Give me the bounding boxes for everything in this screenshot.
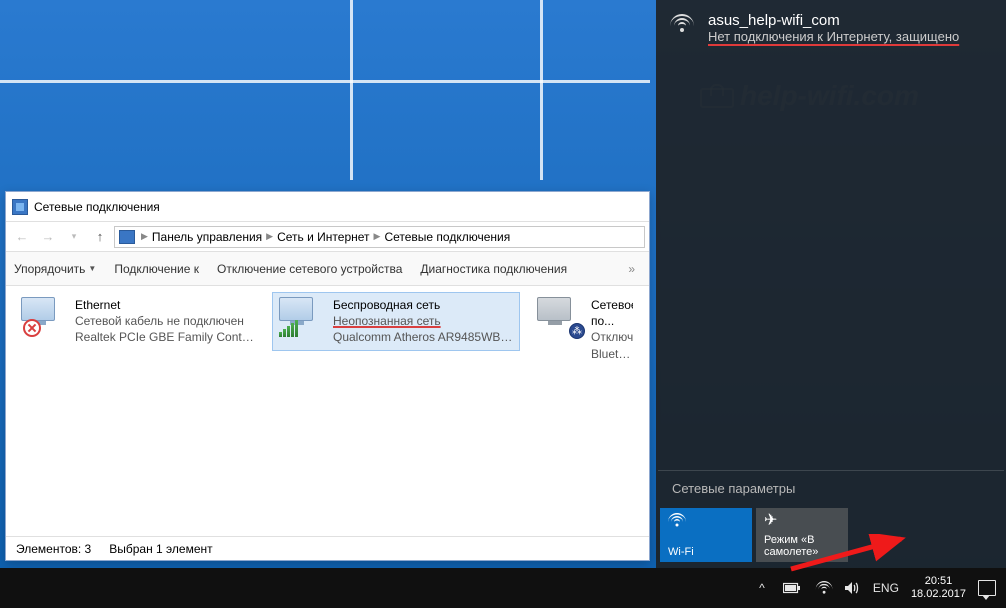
airplane-mode-tile[interactable]: ✈ Режим «В самолете» (756, 508, 848, 562)
taskbar: ^ ENG 20:51 18.02.2017 (0, 568, 1006, 608)
adapter-status: Сетевой кабель не подключен (75, 313, 255, 329)
wifi-icon (668, 513, 744, 531)
adapter-status: Отключено (591, 329, 633, 345)
adapter-name: Ethernet (75, 297, 255, 313)
organize-menu[interactable]: Упорядочить▼ (14, 262, 96, 276)
chevron-right-icon: ▶ (141, 231, 148, 242)
titlebar[interactable]: Сетевые подключения (6, 192, 649, 222)
adapter-status: Неопознанная сеть (333, 313, 513, 329)
tile-label: Режим «В самолете» (764, 534, 840, 558)
adapter-list: Ethernet Сетевой кабель не подключен Rea… (6, 286, 649, 536)
item-count: Элементов: 3 (16, 542, 91, 556)
nav-back-button[interactable]: ← (10, 225, 34, 249)
language-indicator[interactable]: ENG (873, 579, 899, 597)
taskbar-clock[interactable]: 20:51 18.02.2017 (911, 575, 966, 600)
adapter-bluetooth[interactable]: ⁂ Сетевое по... Отключено Bluetooth D... (530, 292, 640, 367)
breadcrumb-connections[interactable]: Сетевые подключения (384, 230, 510, 244)
action-center-icon[interactable] (978, 580, 996, 596)
status-bar: Элементов: 3 Выбран 1 элемент (6, 536, 649, 560)
adapter-device: Bluetooth D... (591, 346, 633, 362)
selection-count: Выбран 1 элемент (109, 542, 212, 556)
airplane-icon: ✈ (764, 513, 840, 531)
breadcrumb-root[interactable]: Панель управления (152, 230, 262, 244)
breadcrumb-network[interactable]: Сеть и Интернет (277, 230, 369, 244)
nav-forward-button[interactable]: → (36, 225, 60, 249)
network-connections-window: Сетевые подключения ← → ▾ ↑ ▶ Панель упр… (5, 191, 650, 561)
adapter-ethernet[interactable]: Ethernet Сетевой кабель не подключен Rea… (14, 292, 262, 351)
network-list-area (656, 62, 1006, 470)
network-ssid: asus_help-wifi_com (708, 12, 959, 29)
control-panel-icon (119, 230, 135, 244)
command-bar: Упорядочить▼ Подключение к Отключение се… (6, 252, 649, 286)
diagnose-button[interactable]: Диагностика подключения (420, 262, 567, 276)
chevron-right-icon: ▶ (266, 231, 273, 242)
chevron-right-icon: ▶ (374, 231, 381, 242)
wifi-icon (670, 14, 694, 34)
breadcrumb[interactable]: ▶ Панель управления ▶ Сеть и Интернет ▶ … (114, 226, 645, 248)
connect-to-button[interactable]: Подключение к (114, 262, 199, 276)
adapter-device: Qualcomm Atheros AR9485WB-E... (333, 329, 513, 345)
bluetooth-adapter-icon: ⁂ (537, 297, 583, 337)
battery-icon[interactable] (783, 579, 801, 597)
chevron-right-icon[interactable]: » (622, 262, 641, 276)
tile-label: Wi-Fi (668, 546, 744, 558)
tray-overflow-icon[interactable]: ^ (753, 579, 771, 597)
window-icon (12, 199, 28, 215)
disable-device-button[interactable]: Отключение сетевого устройства (217, 262, 402, 276)
adapter-device: Realtek PCIe GBE Family Controller (75, 329, 255, 345)
network-tray-icon[interactable] (813, 579, 831, 597)
adapter-name: Сетевое по... (591, 297, 633, 329)
nav-up-button[interactable]: ↑ (88, 225, 112, 249)
network-flyout: asus_help-wifi_com Нет подключения к Инт… (656, 0, 1006, 568)
network-status: Нет подключения к Интернету, защищено (708, 29, 959, 44)
system-tray: ^ ENG 20:51 18.02.2017 (753, 575, 1006, 600)
network-settings-link[interactable]: Сетевые параметры (656, 471, 1006, 504)
clock-date: 18.02.2017 (911, 588, 966, 601)
quick-tiles: Wi-Fi ✈ Режим «В самолете» (656, 504, 1006, 568)
adapter-name: Беспроводная сеть (333, 297, 513, 313)
adapter-wireless[interactable]: Беспроводная сеть Неопознанная сеть Qual… (272, 292, 520, 351)
current-network[interactable]: asus_help-wifi_com Нет подключения к Инт… (656, 0, 1006, 62)
ethernet-icon (21, 297, 67, 337)
wifi-tile[interactable]: Wi-Fi (660, 508, 752, 562)
volume-icon[interactable] (843, 579, 861, 597)
nav-recent-button[interactable]: ▾ (62, 225, 86, 249)
window-title: Сетевые подключения (34, 200, 160, 214)
wifi-adapter-icon (279, 297, 325, 337)
address-bar: ← → ▾ ↑ ▶ Панель управления ▶ Сеть и Инт… (6, 222, 649, 252)
clock-time: 20:51 (911, 575, 966, 588)
